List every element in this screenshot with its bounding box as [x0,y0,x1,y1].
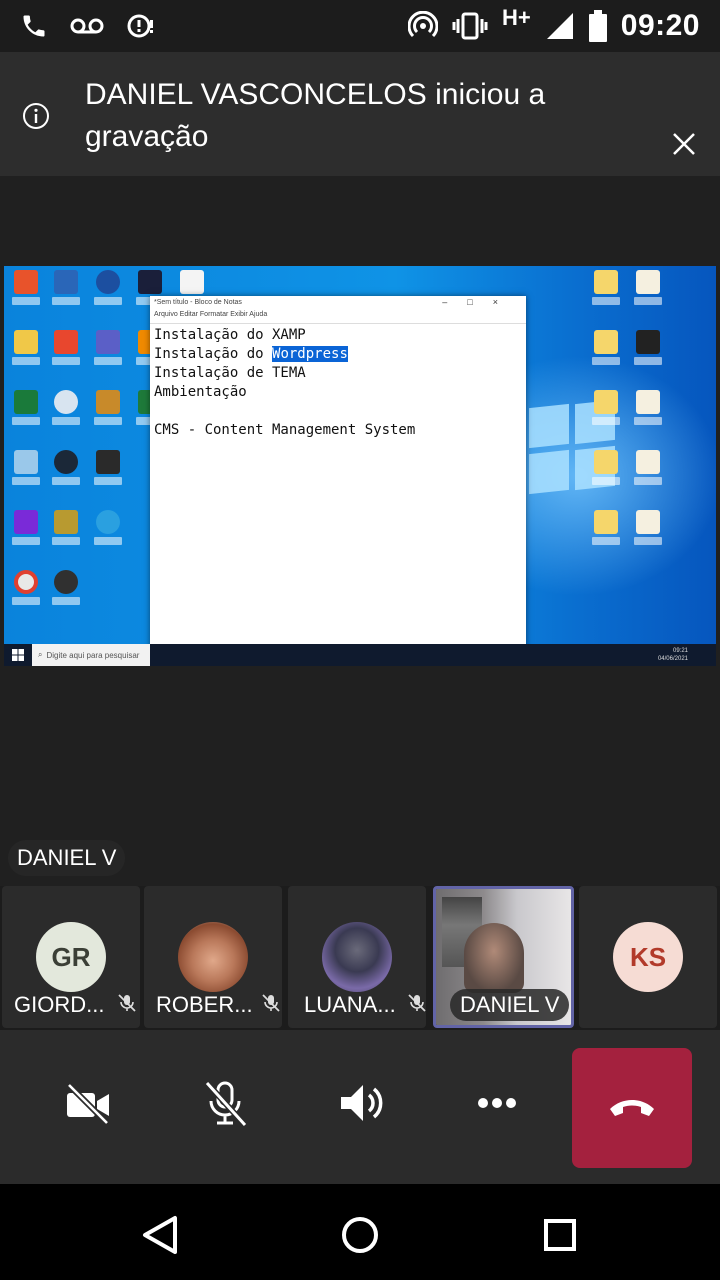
call-controls [0,1030,720,1184]
desktop-folder[interactable] [590,330,622,370]
android-nav-bar [0,1184,720,1280]
info-icon [22,102,50,135]
desktop-folder[interactable] [590,270,622,310]
desktop-icon[interactable] [10,330,42,370]
participant-tile[interactable]: ROBER... [144,886,282,1028]
desktop-icon[interactable] [50,390,82,430]
recording-banner: DANIEL VASCONCELOS iniciou a gravação [0,52,720,176]
phone-icon [20,12,48,40]
text-line: Instalação do Wordpress [154,346,348,362]
mic-toggle-button[interactable] [190,1070,260,1140]
desktop-icon[interactable] [10,570,42,610]
status-bar: H+ 09:20 [0,0,720,52]
mic-muted-icon [260,992,282,1014]
notepad-text-area[interactable]: Instalação do XAMP Instalação do Wordpre… [150,323,526,442]
participant-name: ROBER... [156,992,253,1017]
avatar-photo [178,922,248,992]
mic-muted-icon [116,992,138,1014]
participant-strip[interactable]: GR GIORD... ROBER... LUANA... DANIEL V K… [0,886,720,1030]
network-type: H+ [502,5,531,30]
taskbar-clock: 09:21 04/06/2021 [657,648,688,662]
home-icon[interactable] [335,1210,385,1260]
windows-taskbar: ⌕ Digite aqui para pesquisar 09:21 04/06… [4,644,716,666]
more-options-button[interactable] [462,1070,532,1140]
desktop-folder[interactable] [590,450,622,490]
desktop-icon[interactable] [50,330,82,370]
search-icon: ⌕ [38,650,43,659]
camera-off-button[interactable] [52,1070,122,1140]
desktop-folder[interactable] [632,270,664,310]
banner-message: DANIEL VASCONCELOS iniciou a gravação [85,78,546,153]
mic-muted-icon [406,992,426,1014]
desktop-folder[interactable] [590,390,622,430]
avatar: KS [613,922,683,992]
window-controls[interactable]: –□× [442,297,518,307]
participant-tile[interactable]: GR GIORD... [2,886,140,1028]
desktop-icon[interactable] [50,270,82,310]
camera-off-icon [61,1077,113,1134]
more-icon [471,1077,523,1134]
text-line: Instalação do XAMP [154,327,306,343]
shared-screen-stage: *Sem título - Bloco de Notas –□× Arquivo… [0,176,720,886]
participant-tile[interactable]: LUANA... [288,886,426,1028]
desktop-icon[interactable] [50,570,82,610]
desktop-icon[interactable] [92,390,124,430]
sync-alert-icon [126,12,156,40]
active-speaker-label: DANIEL V [8,840,126,876]
text-line: Instalação de TEMA [154,365,306,381]
desktop-icon[interactable] [92,450,124,490]
hang-up-icon [606,1091,658,1126]
shared-desktop: *Sem título - Bloco de Notas –□× Arquivo… [4,266,716,666]
recents-icon[interactable] [535,1210,585,1260]
hotspot-icon [408,11,439,41]
battery-icon [588,10,607,42]
speaker-icon [335,1077,387,1134]
desktop-icon[interactable] [10,450,42,490]
notepad-window[interactable]: *Sem título - Bloco de Notas –□× Arquivo… [150,296,526,666]
taskbar-search[interactable]: ⌕ Digite aqui para pesquisar [32,644,150,666]
text-line: Ambientação [154,384,247,400]
desktop-folder[interactable] [632,450,664,490]
notepad-menu[interactable]: Arquivo Editar Formatar Exibir Ajuda [150,311,526,323]
desktop-icon[interactable] [92,270,124,310]
text-selection: Wordpress [272,346,348,362]
vibrate-icon [452,11,488,41]
text-line: CMS - Content Management System [154,422,416,438]
windows-start-icon[interactable] [4,644,32,666]
notepad-titlebar[interactable]: *Sem título - Bloco de Notas –□× [150,296,526,311]
participant-name: LUANA... [304,992,396,1017]
participant-name: DANIEL V [450,989,570,1021]
avatar-photo [322,922,392,992]
desktop-icon[interactable] [50,510,82,550]
participant-tile-video[interactable]: DANIEL V [433,886,574,1028]
desktop-folder[interactable] [590,510,622,550]
close-icon[interactable] [668,128,700,160]
desktop-folder[interactable] [632,510,664,550]
clock: 09:20 [620,9,700,42]
avatar: GR [36,922,106,992]
desktop-icon[interactable] [10,270,42,310]
desktop-icon[interactable] [92,510,124,550]
participant-name: GIORD... [14,992,105,1017]
mic-off-icon [199,1077,251,1134]
speaker-button[interactable] [326,1070,396,1140]
voicemail-icon [70,16,104,36]
desktop-icon[interactable] [10,510,42,550]
desktop-folder[interactable] [632,390,664,430]
desktop-icon[interactable] [92,330,124,370]
desktop-icon[interactable] [50,450,82,490]
desktop-icon[interactable] [10,390,42,430]
hang-up-button[interactable] [572,1048,692,1168]
notepad-title: *Sem título - Bloco de Notas [154,299,242,306]
signal-icon [545,11,575,41]
participant-tile[interactable]: KS [579,886,717,1028]
back-icon[interactable] [135,1210,185,1260]
desktop-folder[interactable] [632,330,664,370]
